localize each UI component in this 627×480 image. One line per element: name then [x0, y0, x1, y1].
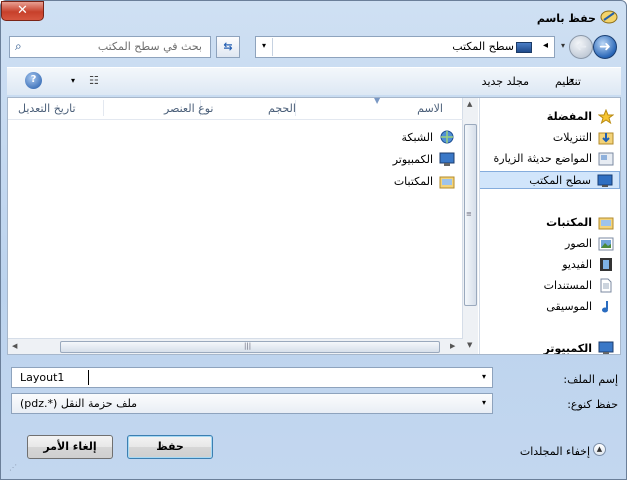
list-item[interactable]: المكتبات: [263, 172, 463, 192]
downloads-folder-icon: [598, 130, 614, 145]
computer-icon: [598, 341, 614, 354]
filename-field[interactable]: Layout1 ▾: [11, 367, 493, 388]
sidebar-item-label: المكتبات: [546, 216, 592, 229]
chevron-down-icon[interactable]: ▾: [570, 76, 574, 85]
column-name[interactable]: الاسم: [417, 102, 443, 115]
music-icon: [598, 299, 614, 314]
scroll-right-icon[interactable]: ▶: [450, 342, 455, 350]
filename-value[interactable]: Layout1: [20, 371, 64, 384]
chevron-up-icon[interactable]: ▲: [593, 443, 606, 456]
sidebar-item-label: الكمبيوتر: [543, 342, 592, 354]
sidebar-item-label: الموسيقى: [546, 300, 592, 313]
save-button[interactable]: حفظ: [127, 435, 213, 459]
pictures-icon: [598, 236, 614, 251]
sidebar-item-libraries[interactable]: المكتبات: [480, 214, 620, 232]
star-icon: [597, 108, 615, 125]
sidebar-item-computer[interactable]: الكمبيوتر: [480, 340, 620, 354]
sidebar-item-documents[interactable]: المستندات: [480, 277, 620, 295]
resize-grip-icon[interactable]: ⋰: [9, 463, 17, 472]
views-dropdown-icon[interactable]: ▾: [71, 76, 75, 85]
file-name: الشبكة: [401, 131, 433, 144]
command-toolbar: تنظيم ▾ مجلد جديد ☷ ▾ ?: [7, 67, 621, 95]
sort-arrow-icon: ▼: [374, 96, 381, 105]
scrollbar-grip-icon: ≡: [466, 210, 472, 218]
list-item[interactable]: الشبكة: [263, 128, 463, 148]
list-item[interactable]: الكمبيوتر: [263, 150, 463, 170]
navigation-bar: ➜ ➜ ▾ سطح المكتب ◂ ▾ ⇆ بحث في سطح المكتب…: [7, 33, 621, 61]
search-placeholder: بحث في سطح المكتب: [97, 40, 202, 53]
text-caret: [88, 370, 89, 385]
sidebar-item-label: سطح المكتب: [529, 174, 591, 187]
views-icon[interactable]: ☷: [89, 74, 99, 87]
file-name: المكتبات: [393, 175, 433, 188]
address-bar[interactable]: سطح المكتب ◂ ▾: [255, 36, 555, 58]
sidebar-item-pictures[interactable]: الصور: [480, 235, 620, 253]
search-input[interactable]: بحث في سطح المكتب ⌕: [9, 36, 211, 58]
sidebar-item-label: الصور: [565, 237, 592, 250]
sidebar-item-favorites[interactable]: المفضلة: [480, 108, 620, 126]
column-divider[interactable]: [103, 100, 104, 116]
sidebar-item-label: المواضع حديثة الزيارة: [493, 152, 592, 165]
sidebar-item-label: المستندات: [543, 279, 592, 292]
close-button[interactable]: ✕: [1, 1, 44, 21]
computer-icon: [439, 152, 455, 167]
desktop-icon: [597, 173, 613, 188]
scrollbar-grip-icon: |||: [244, 342, 252, 350]
horizontal-scrollbar[interactable]: ◀ ||| ▶: [8, 338, 463, 354]
column-type[interactable]: نوع العنصر: [164, 102, 213, 115]
file-list: الاسم ▼ الحجم نوع العنصر تاريخ التعديل ا…: [8, 96, 463, 354]
file-name: الكمبيوتر: [392, 153, 433, 166]
scroll-left-icon[interactable]: ◀: [12, 342, 17, 350]
arrow-back-icon: ➜: [599, 39, 611, 55]
sidebar-item-music[interactable]: الموسيقى: [480, 298, 620, 316]
save-as-type-label: حفظ كنوع:: [567, 398, 618, 411]
arrow-forward-icon: ➜: [575, 39, 587, 55]
sidebar-item-label: التنزيلات: [552, 131, 592, 144]
search-icon[interactable]: ⌕: [15, 39, 22, 54]
recent-locations-dropdown[interactable]: ▾: [561, 41, 569, 53]
video-icon: [598, 257, 614, 272]
column-header-row: الاسم ▼ الحجم نوع العنصر تاريخ التعديل: [8, 96, 463, 120]
divider: [272, 38, 273, 56]
desktop-icon: [516, 42, 532, 53]
sidebar-item-label: المفضلة: [546, 110, 592, 123]
sidebar-item-recent-places[interactable]: المواضع حديثة الزيارة: [480, 150, 620, 168]
address-location[interactable]: سطح المكتب: [452, 40, 514, 53]
forward-button[interactable]: ➜: [569, 35, 593, 59]
new-folder-button[interactable]: مجلد جديد: [482, 75, 529, 88]
libraries-folder-icon: [598, 215, 614, 230]
sidebar-item-downloads[interactable]: التنزيلات: [480, 129, 620, 147]
network-icon: [439, 130, 455, 145]
organize-button[interactable]: تنظيم: [555, 75, 581, 88]
chevron-down-icon[interactable]: ▾: [482, 398, 486, 407]
column-size[interactable]: الحجم: [268, 102, 296, 115]
save-as-type-value: ملف حزمة النقل (*.pdz): [20, 397, 138, 410]
sidebar-item-videos[interactable]: الفيديو: [480, 256, 620, 274]
browser-area: المفضلة التنزيلات المواضع حديثة الزيارة …: [7, 96, 621, 355]
hide-folders-button[interactable]: إخفاء المجلدات: [520, 445, 590, 458]
libraries-folder-icon: [439, 174, 455, 189]
documents-icon: [598, 278, 614, 293]
chevron-down-icon[interactable]: ▾: [482, 372, 486, 381]
save-as-type-select[interactable]: ملف حزمة النقل (*.pdz) ▾: [11, 393, 493, 414]
sidebar-item-label: الفيديو: [562, 258, 592, 271]
help-icon[interactable]: ?: [25, 72, 42, 89]
refresh-button[interactable]: ⇆: [216, 36, 240, 58]
filename-label: إسم الملف:: [563, 373, 618, 386]
scroll-up-icon[interactable]: ▲: [467, 100, 472, 108]
save-as-dialog: ✕ حفظ باسم ➜ ➜ ▾ سطح المكتب ◂ ▾ ⇆ بحث في…: [0, 0, 627, 480]
recent-places-icon: [598, 151, 614, 166]
navigation-pane-scrollbar[interactable]: ▲ ≡ ▼: [462, 98, 478, 354]
back-button[interactable]: ➜: [593, 35, 617, 59]
column-date-modified[interactable]: تاريخ التعديل: [18, 102, 76, 115]
app-icon: [600, 9, 618, 25]
sidebar-item-desktop[interactable]: سطح المكتب: [480, 171, 620, 189]
window-title: حفظ باسم: [536, 12, 596, 25]
address-dropdown-icon[interactable]: ▾: [262, 41, 266, 50]
cancel-button[interactable]: إلغاء الأمر: [27, 435, 113, 459]
navigation-pane: المفضلة التنزيلات المواضع حديثة الزيارة …: [479, 98, 620, 354]
breadcrumb-separator-icon[interactable]: ◂: [543, 40, 548, 51]
scroll-down-icon[interactable]: ▼: [467, 341, 472, 349]
